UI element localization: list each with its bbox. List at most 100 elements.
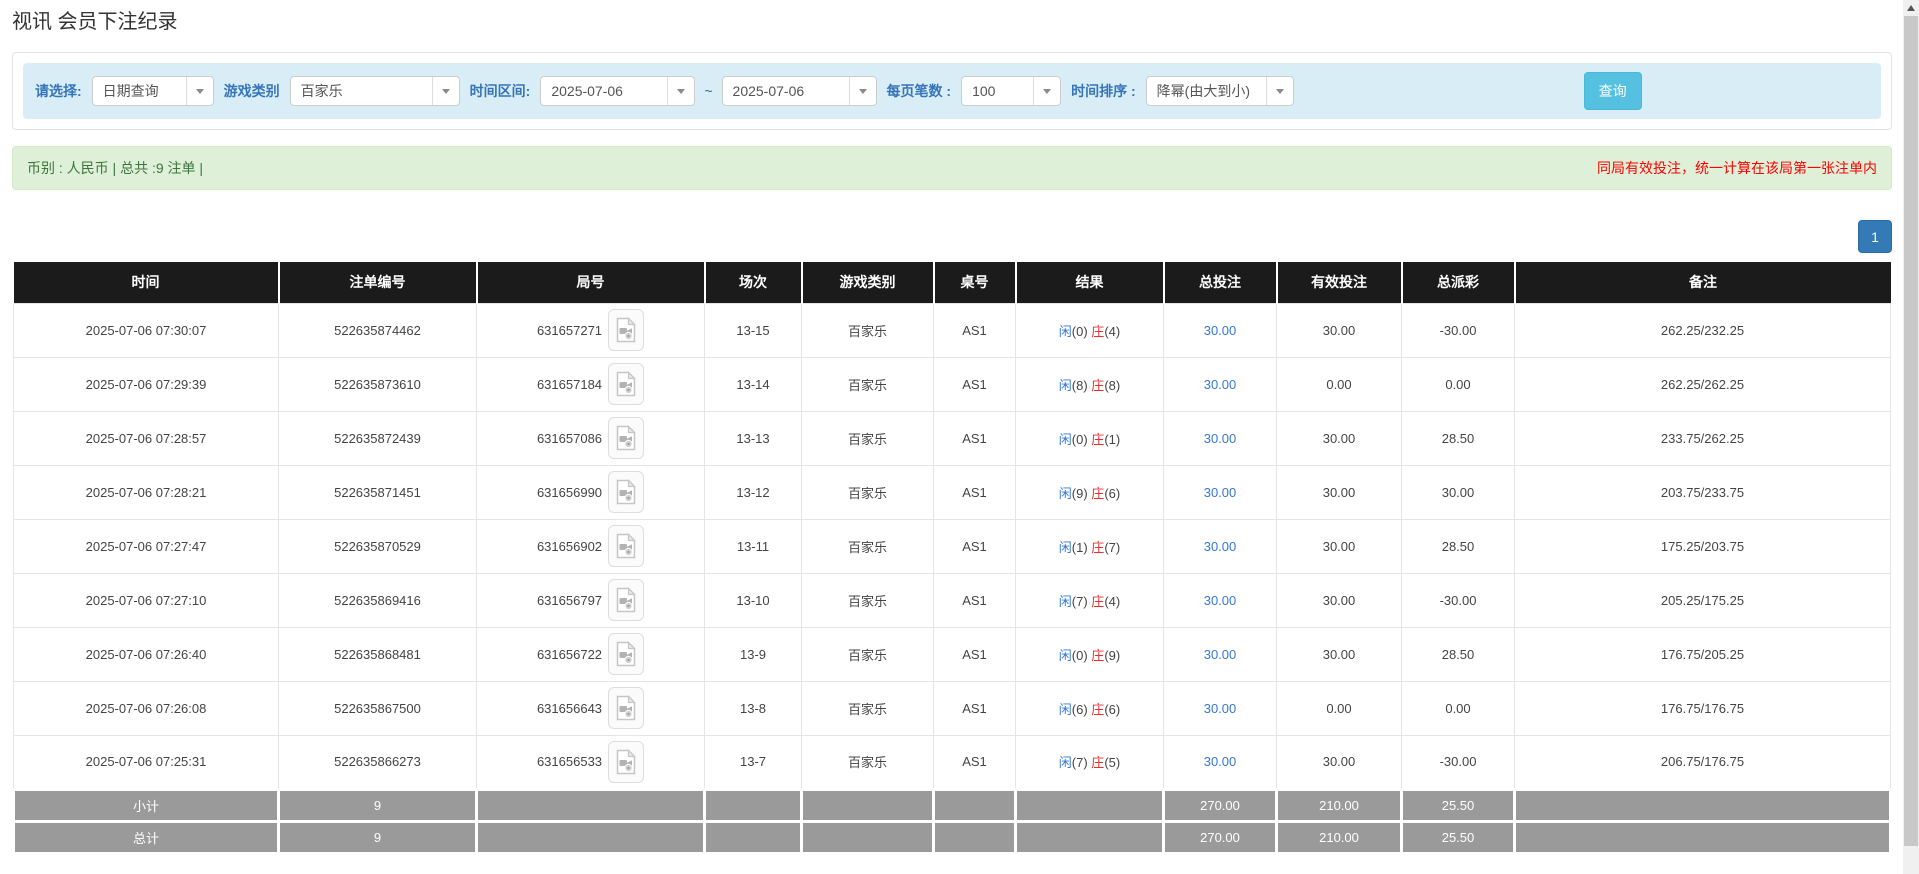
video-replay-button[interactable] [608,525,644,567]
grand-total-cell-1: 9 [279,821,477,853]
total-bet-link[interactable]: 30.00 [1204,485,1237,500]
result-banker: 庄 [1091,432,1104,447]
cell-game-type: 百家乐 [802,465,934,519]
cell-result: 闲(8) 庄(8) [1016,357,1164,411]
chevron-down-icon[interactable] [432,77,459,105]
video-replay-button[interactable] [608,687,644,729]
result-value: (6) [1072,702,1092,717]
cell-bet-id: 522635868481 [279,627,477,681]
cell-round: 631656722 [477,627,705,681]
video-replay-button[interactable] [608,363,644,405]
round-number: 631656722 [537,647,602,662]
cell-game-type: 百家乐 [802,411,934,465]
query-type-select[interactable]: 日期查询 [92,76,214,106]
video-replay-button[interactable] [608,741,644,783]
subtotal-cell-0: 小计 [14,789,279,821]
cell-payout: -30.00 [1402,573,1515,627]
cell-total-bet[interactable]: 30.00 [1164,465,1277,519]
table-row: 2025-07-06 07:29:39522635873610631657184… [14,357,1891,411]
grand-total-cell-4 [802,821,934,853]
total-bet-link[interactable]: 30.00 [1204,323,1237,338]
cell-game-type: 百家乐 [802,627,934,681]
game-type-select[interactable]: 百家乐 [290,76,460,106]
video-replay-button[interactable] [608,417,644,459]
date-from-value: 2025-07-06 [541,83,667,99]
cell-table-no: AS1 [934,411,1016,465]
cell-total-bet[interactable]: 30.00 [1164,681,1277,735]
total-bet-link[interactable]: 30.00 [1204,377,1237,392]
cell-total-bet[interactable]: 30.00 [1164,573,1277,627]
video-replay-button[interactable] [608,633,644,675]
cell-table-no: AS1 [934,681,1016,735]
cell-total-bet[interactable]: 30.00 [1164,411,1277,465]
cell-result: 闲(0) 庄(9) [1016,627,1164,681]
grand-total-cell-6 [1016,821,1164,853]
video-replay-button[interactable] [608,579,644,621]
chevron-down-icon[interactable] [1266,77,1293,105]
scroll-up-icon[interactable] [1903,0,1919,16]
total-bet-link[interactable]: 30.00 [1204,431,1237,446]
total-bet-link[interactable]: 30.00 [1204,754,1237,769]
scrollbar[interactable] [1903,0,1919,874]
date-from-select[interactable]: 2025-07-06 [540,76,695,106]
cell-payout: -30.00 [1402,735,1515,789]
subtotal-cell-4 [802,789,934,821]
result-player: 闲 [1059,648,1072,663]
column-header-6: 结果 [1016,262,1164,303]
round-number: 631657271 [537,323,602,338]
time-range-label: 时间区间: [468,81,533,101]
column-header-3: 场次 [705,262,802,303]
cell-table-no: AS1 [934,735,1016,789]
cell-remark: 175.25/203.75 [1515,519,1891,573]
filter-panel: 请选择: 日期查询 游戏类别 百家乐 时间区间: 2025-07-06 ~ 20… [12,52,1892,130]
total-bet-link[interactable]: 30.00 [1204,539,1237,554]
result-player: 闲 [1059,594,1072,609]
result-player: 闲 [1059,540,1072,555]
video-file-icon [616,317,636,343]
page-size-label: 每页笔数 : [885,81,954,101]
date-to-select[interactable]: 2025-07-06 [722,76,877,106]
filter-bar: 请选择: 日期查询 游戏类别 百家乐 时间区间: 2025-07-06 ~ 20… [23,63,1881,119]
page-size-select[interactable]: 100 [961,76,1061,106]
cell-total-bet[interactable]: 30.00 [1164,735,1277,789]
search-button[interactable]: 查询 [1584,72,1642,110]
cell-payout: 28.50 [1402,627,1515,681]
video-replay-button[interactable] [608,309,644,351]
cell-round: 631657184 [477,357,705,411]
time-sort-label: 时间排序 : [1069,81,1138,101]
scrollbar-thumb[interactable] [1904,16,1918,846]
chevron-down-icon[interactable] [186,77,213,105]
cell-remark: 203.75/233.75 [1515,465,1891,519]
cell-total-bet[interactable]: 30.00 [1164,519,1277,573]
result-player: 闲 [1059,324,1072,339]
cell-payout: 0.00 [1402,681,1515,735]
page-button-1[interactable]: 1 [1858,220,1892,253]
cell-bet-id: 522635866273 [279,735,477,789]
cell-total-bet[interactable]: 30.00 [1164,357,1277,411]
total-bet-link[interactable]: 30.00 [1204,593,1237,608]
cell-valid-bet: 30.00 [1277,627,1402,681]
cell-table-no: AS1 [934,465,1016,519]
cell-round: 631656990 [477,465,705,519]
page-title: 视讯 会员下注纪录 [12,8,1892,36]
chevron-down-icon[interactable] [1033,77,1060,105]
round-number: 631657086 [537,431,602,446]
chevron-down-icon[interactable] [667,77,694,105]
time-sort-select[interactable]: 降幂(由大到小) [1146,76,1294,106]
cell-payout: 30.00 [1402,465,1515,519]
total-bet-link[interactable]: 30.00 [1204,647,1237,662]
cell-session: 13-14 [705,357,802,411]
query-type-value: 日期查询 [93,81,186,101]
video-replay-button[interactable] [608,471,644,513]
date-to-value: 2025-07-06 [723,83,849,99]
result-value: (0) [1072,324,1092,339]
total-bet-link[interactable]: 30.00 [1204,701,1237,716]
cell-total-bet[interactable]: 30.00 [1164,627,1277,681]
cell-remark: 262.25/232.25 [1515,303,1891,357]
result-value: (8) [1072,378,1092,393]
cell-bet-id: 522635874462 [279,303,477,357]
cell-bet-id: 522635871451 [279,465,477,519]
cell-time: 2025-07-06 07:27:47 [14,519,279,573]
cell-total-bet[interactable]: 30.00 [1164,303,1277,357]
chevron-down-icon[interactable] [849,77,876,105]
